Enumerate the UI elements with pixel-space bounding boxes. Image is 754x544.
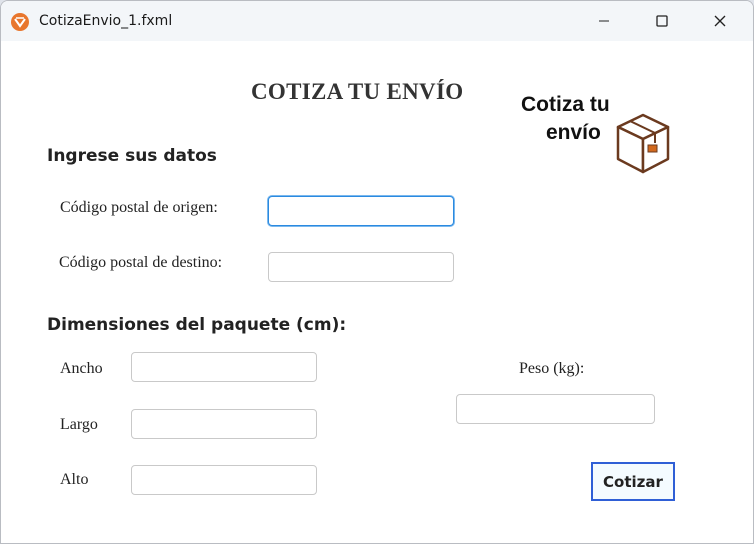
minimize-icon bbox=[599, 20, 609, 22]
largo-input[interactable] bbox=[131, 409, 317, 439]
ancho-input[interactable] bbox=[131, 352, 317, 382]
page-title: COTIZA TU ENVÍO bbox=[251, 79, 464, 104]
alto-label: Alto bbox=[60, 471, 89, 488]
logo-text-line2: envío bbox=[546, 121, 601, 144]
app-window: CotizaEnvio_1.fxml COTIZA TU ENVÍO Cotiz… bbox=[0, 0, 754, 544]
datos-section-title: Ingrese sus datos bbox=[47, 146, 217, 166]
origin-postal-input[interactable] bbox=[268, 196, 454, 226]
cotizar-button[interactable]: Cotizar bbox=[591, 462, 675, 501]
window-title: CotizaEnvio_1.fxml bbox=[39, 13, 173, 29]
paquete-section-title: Dimensiones del paquete (cm): bbox=[47, 315, 347, 335]
maximize-button[interactable] bbox=[633, 1, 691, 41]
dest-postal-input[interactable] bbox=[268, 252, 454, 282]
peso-input[interactable] bbox=[456, 394, 655, 424]
close-button[interactable] bbox=[691, 1, 749, 41]
close-icon bbox=[714, 15, 726, 27]
logo-text-line1: Cotiza tu bbox=[521, 93, 610, 116]
alto-input[interactable] bbox=[131, 465, 317, 495]
ancho-label: Ancho bbox=[60, 360, 103, 377]
package-box-icon bbox=[616, 113, 670, 174]
minimize-button[interactable] bbox=[575, 1, 633, 41]
maximize-icon bbox=[656, 15, 668, 27]
javafx-app-icon bbox=[11, 13, 29, 31]
origin-postal-label: Código postal de origen: bbox=[60, 199, 218, 216]
brand-logo: Cotiza tu envío bbox=[519, 89, 679, 181]
dest-postal-label: Código postal de destino: bbox=[59, 254, 223, 271]
title-bar[interactable]: CotizaEnvio_1.fxml bbox=[1, 1, 753, 41]
largo-label: Largo bbox=[60, 416, 98, 433]
peso-label: Peso (kg): bbox=[519, 360, 585, 377]
